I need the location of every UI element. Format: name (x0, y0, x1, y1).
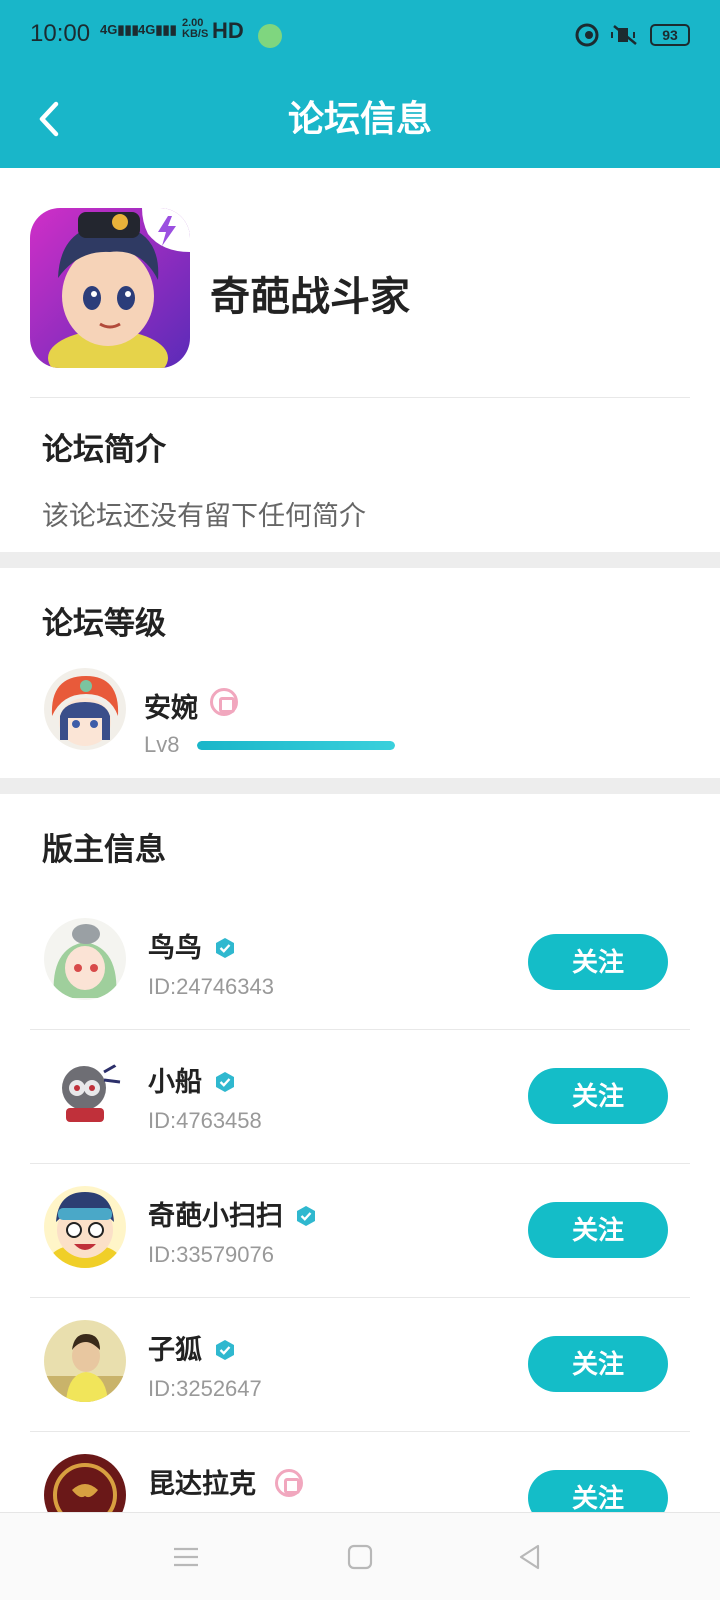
moderator-row: 小船 ID:4763458 关注 (30, 1030, 690, 1164)
verified-badge-icon (216, 1072, 234, 1092)
moderator-name-text: 昆达拉克 (148, 1469, 256, 1500)
avatar-illustration (44, 1052, 126, 1134)
moderator-id: ID:4763458 (148, 1108, 262, 1133)
signal-icon-2: 4G▮▮▮ (138, 22, 177, 37)
forum-name: 奇葩战斗家 (210, 274, 410, 320)
moderator-avatar[interactable] (44, 1320, 126, 1402)
moderator-name-text: 子狐 (148, 1335, 202, 1366)
avatar-illustration (44, 918, 126, 1000)
section-divider (0, 778, 720, 794)
follow-button[interactable]: 关注 (528, 1336, 668, 1392)
status-time: 10:00 (30, 20, 91, 47)
nav-bar: 论坛信息 (0, 72, 720, 168)
pink-level-badge-icon (210, 688, 238, 716)
level-user-avatar[interactable] (44, 668, 126, 750)
signal-label-2: 4G (138, 22, 156, 37)
level-progress-bar (197, 741, 395, 750)
moderator-name-text: 奇葩小扫扫 (148, 1201, 283, 1232)
status-bar: 10:00 4G▮▮▮ 4G▮▮▮ 2.00 KB/S HD 93 (0, 0, 720, 72)
page-title: 论坛信息 (287, 99, 432, 140)
moderator-id: ID:24746343 (148, 974, 274, 999)
moderator-name: 子狐 (148, 1328, 236, 1367)
section-divider (0, 552, 720, 568)
moderator-avatar[interactable] (44, 1186, 126, 1268)
intro-text: 该论坛还没有留下任何简介 (42, 501, 366, 532)
back-triangle-icon[interactable] (514, 1541, 546, 1573)
pink-level-badge-icon (275, 1469, 304, 1497)
follow-button[interactable]: 关注 (528, 934, 668, 990)
battery-indicator: 93 (650, 24, 690, 46)
avatar-photo (44, 1320, 126, 1402)
moderator-name-text: 鸟鸟 (148, 933, 202, 964)
net-speed-unit: KB/S (182, 28, 209, 40)
moderator-id: ID:33579076 (148, 1242, 274, 1267)
circle-status-icon (575, 23, 599, 47)
level-section-title: 论坛等级 (42, 606, 166, 642)
mute-vibrate-icon (611, 25, 637, 45)
follow-button[interactable]: 关注 (528, 1202, 668, 1258)
signal-label-1: 4G (100, 22, 118, 37)
moderator-row: 奇葩小扫扫 ID:33579076 关注 (30, 1164, 690, 1298)
moderator-name: 小船 (148, 1060, 236, 1099)
forum-header: 奇葩战斗家 (30, 208, 690, 398)
avatar-illustration (44, 1186, 126, 1268)
home-square-icon[interactable] (344, 1541, 376, 1573)
signal-icon-1: 4G▮▮▮ (100, 22, 139, 37)
moderator-avatar[interactable] (44, 918, 126, 1000)
moderators-section-title: 版主信息 (42, 832, 166, 868)
forum-game-icon (30, 208, 190, 368)
follow-button[interactable]: 关注 (528, 1068, 668, 1124)
intro-section-title: 论坛简介 (42, 432, 166, 468)
verified-badge-icon (216, 1340, 234, 1360)
pink-level-badge-shape (275, 1469, 304, 1497)
level-user-name: 安婉 (144, 693, 198, 724)
verified-badge-icon (297, 1206, 315, 1226)
net-speed: 2.00 KB/S (182, 18, 208, 40)
moderator-name: 昆达拉克 (148, 1462, 304, 1501)
moderator-name: 奇葩小扫扫 (148, 1194, 317, 1233)
user-avatar-illustration (44, 668, 126, 750)
status-right: 93 (574, 22, 690, 48)
moderator-row: 鸟鸟 ID:24746343 关注 (30, 896, 690, 1030)
level-progress-fill (197, 741, 395, 750)
menu-icon[interactable] (170, 1541, 202, 1573)
moderator-row: 子狐 ID:3252647 关注 (30, 1298, 690, 1432)
verified-badge-icon (216, 938, 234, 958)
game-character-illustration (30, 208, 190, 368)
system-nav-bar (0, 1512, 720, 1600)
moderator-id: ID:3252647 (148, 1376, 262, 1401)
moderator-avatar[interactable] (44, 1052, 126, 1134)
hd-label: HD (212, 18, 244, 43)
message-notification-icon (258, 24, 282, 48)
moderator-name-text: 小船 (148, 1067, 202, 1098)
level-label: Lv8 (144, 732, 180, 757)
moderator-name: 鸟鸟 (148, 926, 236, 965)
